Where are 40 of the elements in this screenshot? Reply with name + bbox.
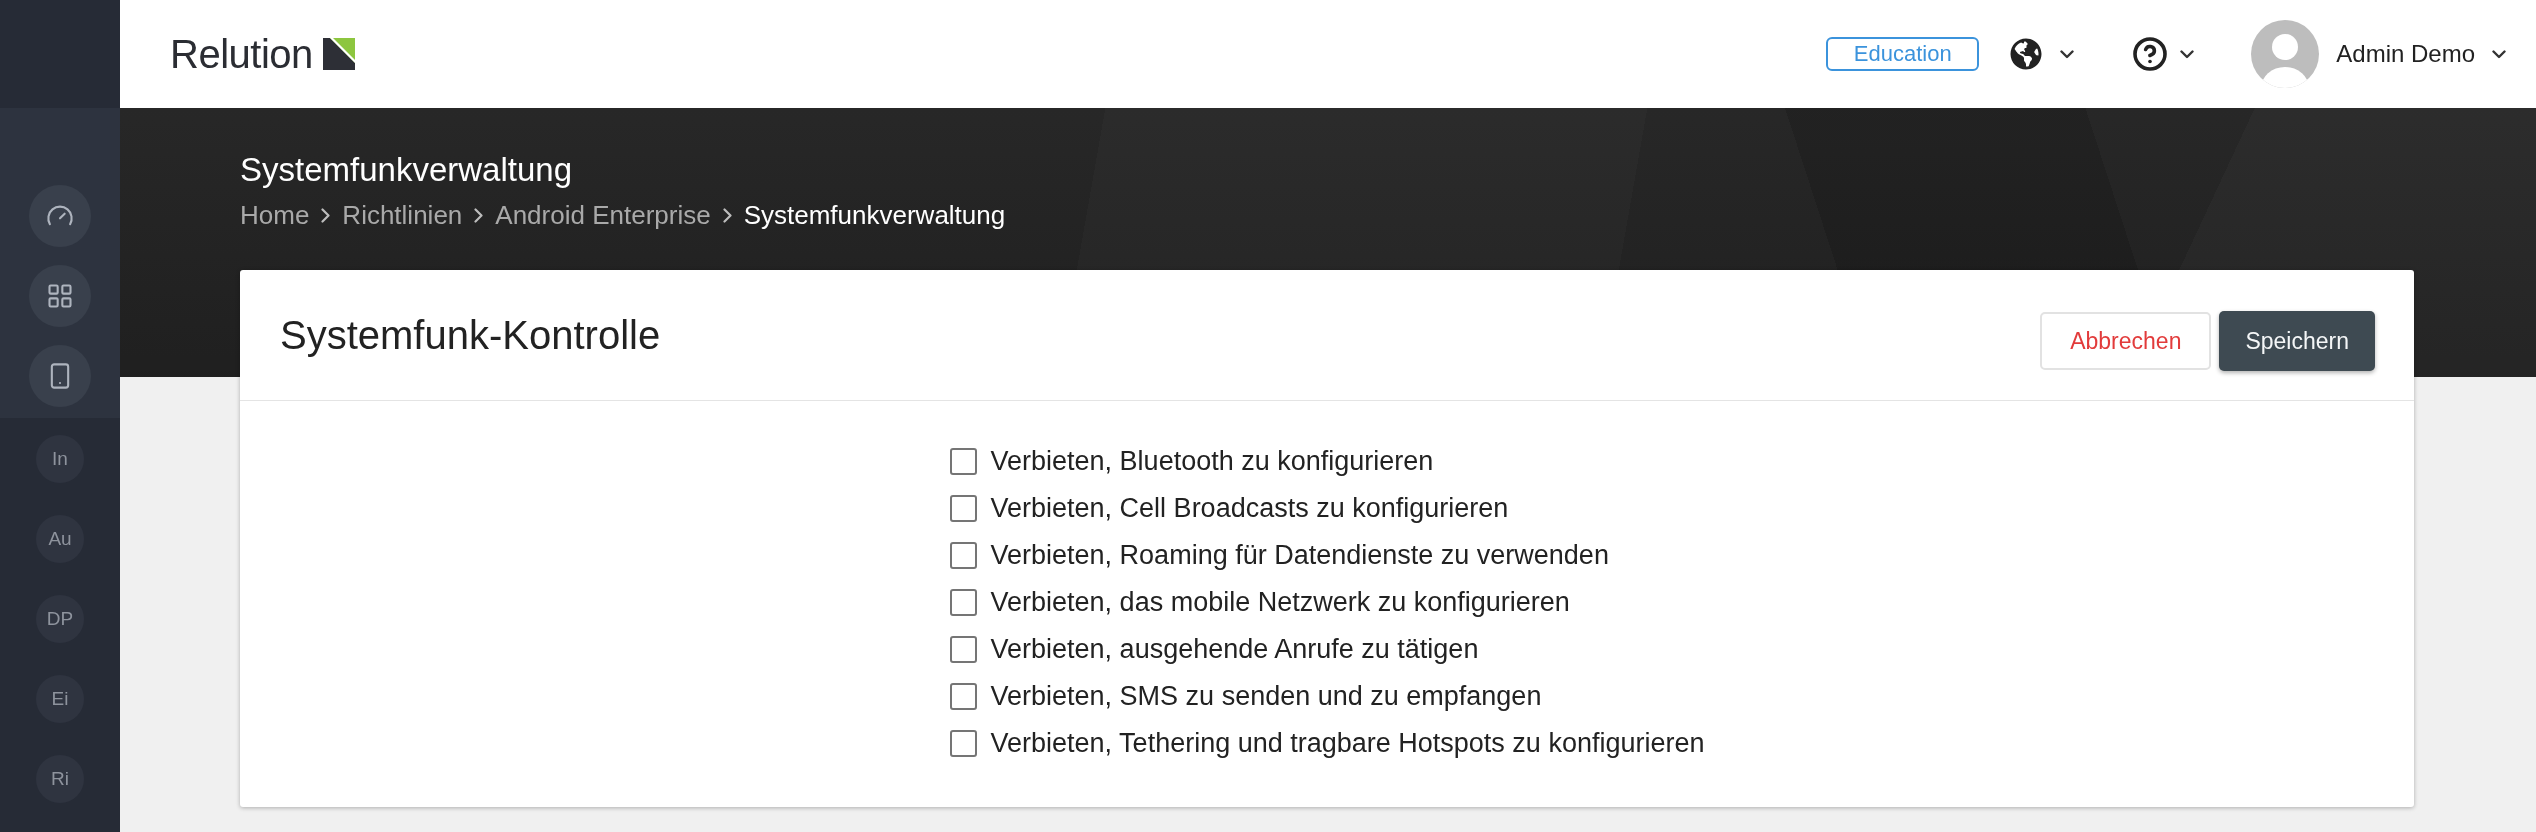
chevron-right-icon: [474, 207, 484, 223]
user-name[interactable]: Admin Demo: [2336, 40, 2475, 68]
breadcrumb-link[interactable]: Richtlinien: [342, 198, 463, 232]
sidebar-shortcut[interactable]: Ei: [36, 675, 84, 723]
logo-wordmark[interactable]: Relution: [170, 34, 313, 74]
breadcrumb-current: Systemfunkverwaltung: [743, 199, 1006, 232]
breadcrumb-link[interactable]: Home: [240, 198, 310, 232]
chevron-down-icon[interactable]: [2180, 49, 2195, 59]
logo-mark-icon: [322, 38, 355, 70]
checkbox[interactable]: [949, 542, 977, 569]
card-title: Systemfunk-Kontrolle: [280, 312, 661, 358]
page-title: Systemfunkverwaltung: [240, 150, 572, 190]
save-button[interactable]: Speichern: [2219, 311, 2375, 371]
chevron-down-icon[interactable]: [2060, 49, 2075, 59]
checkbox[interactable]: [949, 448, 977, 475]
sidebar-shortcut[interactable]: In: [36, 435, 84, 483]
checkbox[interactable]: [949, 589, 977, 616]
edition-badge: Education: [1826, 37, 1980, 71]
checkbox[interactable]: [949, 683, 977, 710]
help-icon[interactable]: [2132, 36, 2169, 72]
option-label: Verbieten, SMS zu senden und zu empfangen: [990, 681, 1542, 712]
option-label: Verbieten, Bluetooth zu konfigurieren: [990, 446, 1434, 477]
grid-icon: [46, 282, 74, 310]
breadcrumb-link[interactable]: Android Enterprise: [495, 198, 711, 232]
chevron-down-icon[interactable]: [2492, 49, 2506, 59]
checkbox[interactable]: [949, 636, 977, 663]
checkbox[interactable]: [949, 730, 977, 757]
option-label: Verbieten, Roaming für Datendienste zu verwenden: [990, 540, 1609, 571]
globe-icon[interactable]: [2010, 38, 2043, 70]
option-label: Verbieten, Tethering und tragbare Hotspots zu konfigurieren: [990, 728, 1705, 759]
cancel-button[interactable]: Abbrechen: [2040, 312, 2212, 370]
chevron-right-icon: [321, 207, 331, 223]
chevron-right-icon: [722, 207, 732, 223]
option-label: Verbieten, das mobile Netzwerk zu konfigurieren: [990, 587, 1570, 618]
option-label: Verbieten, ausgehende Anrufe zu tätigen: [990, 634, 1479, 665]
option-label: Verbieten, Cell Broadcasts zu konfigurieren: [990, 493, 1509, 524]
checkbox[interactable]: [949, 495, 977, 522]
sidebar-shortcut[interactable]: Au: [36, 515, 84, 563]
sidebar-shortcut[interactable]: DP: [36, 595, 84, 643]
sidebar-shortcut[interactable]: Ri: [36, 755, 84, 803]
